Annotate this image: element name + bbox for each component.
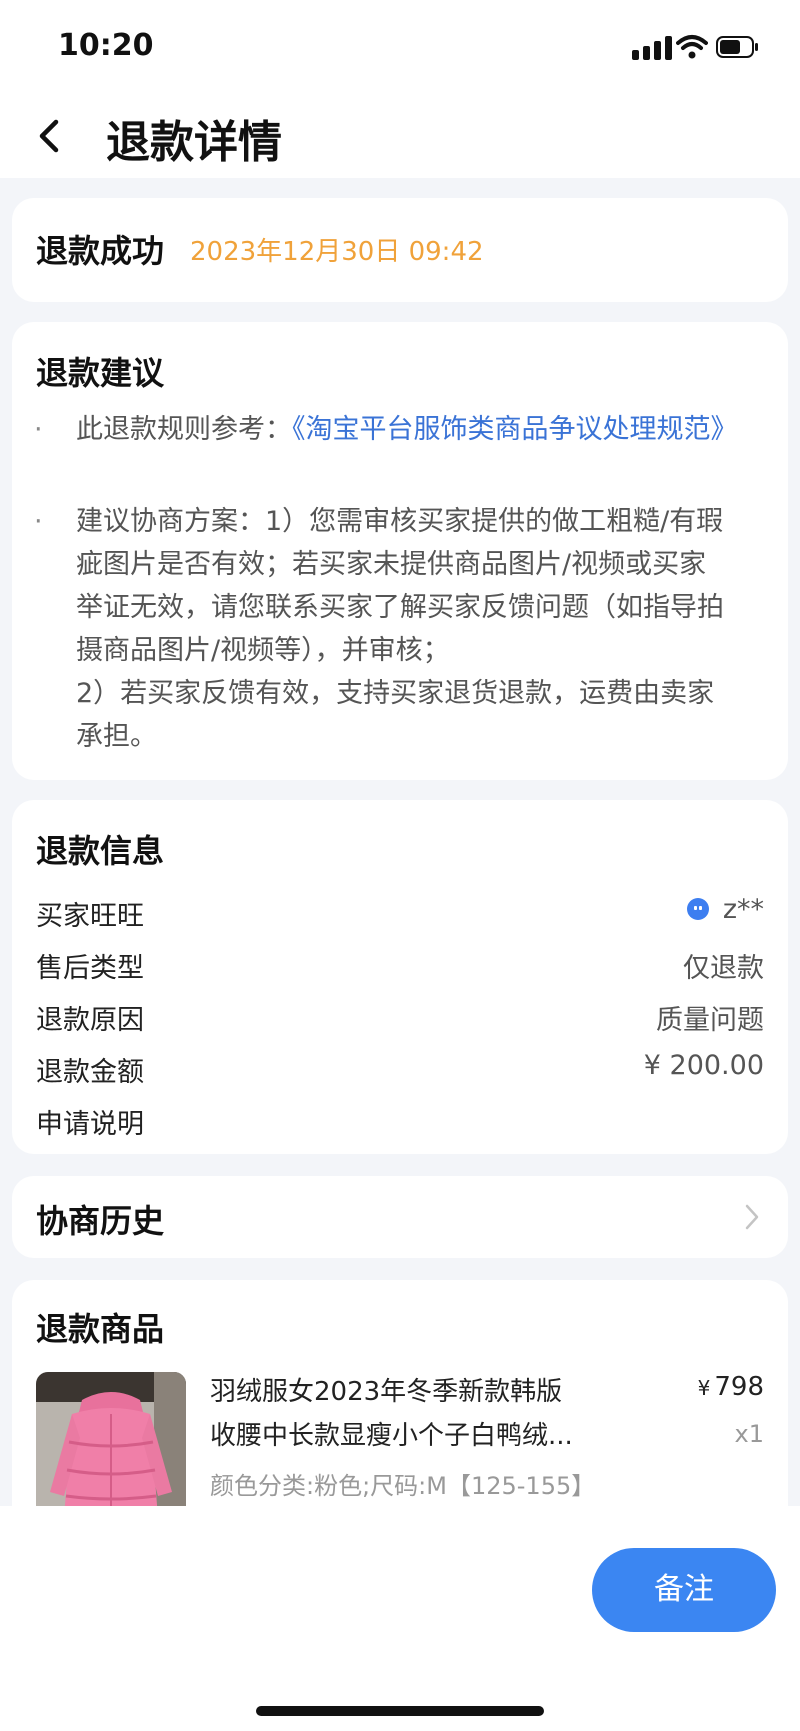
battery-icon <box>716 36 758 58</box>
negotiation-history-card[interactable]: 协商历史 <box>12 1176 788 1258</box>
refund-info-title: 退款信息 <box>36 832 165 870</box>
product-quantity: x1 <box>734 1420 764 1448</box>
info-label: 申请说明 <box>36 1109 144 1140</box>
refund-advice-card: 退款建议 · 此退款规则参考：《淘宝平台服饰类商品争议处理规范》 · 建议协商方… <box>12 322 788 780</box>
buyer-name: z** <box>722 894 764 925</box>
advice-rule-prefix: 此退款规则参考： <box>76 414 292 445</box>
refund-info-card: 退款信息 买家旺旺 z** 售后类型 仅退款 退款原因 质量问题 退款金额 ¥ … <box>12 800 788 1154</box>
bullet-dot: · <box>34 414 43 445</box>
home-indicator <box>256 1706 544 1716</box>
advice-plan-line: 承担。 <box>76 721 157 752</box>
currency-symbol: ¥ <box>697 1376 711 1400</box>
advice-item-rule: · 此退款规则参考：《淘宝平台服饰类商品争议处理规范》 <box>34 408 754 451</box>
advice-plan-line: 建议协商方案：1）您需审核买家提供的做工粗糙/有瑕 <box>76 506 724 537</box>
refund-status-title: 退款成功 <box>36 232 165 270</box>
product-price: ¥798 <box>698 1372 764 1402</box>
info-row-buyer: 买家旺旺 z** <box>36 894 764 934</box>
advice-item-plan: · 建议协商方案：1）您需审核买家提供的做工粗糙/有瑕 疵图片是否有效；若买家未… <box>34 500 754 758</box>
buyer-wangwang[interactable]: z** <box>686 894 764 925</box>
signal-icon <box>632 36 672 60</box>
info-row-type: 售后类型 仅退款 <box>36 946 764 986</box>
wifi-icon <box>676 35 708 59</box>
back-arrow-icon[interactable] <box>30 112 74 160</box>
product-name-line2: 收腰中长款显瘦小个子白鸭绒... <box>210 1421 573 1451</box>
info-label: 退款金额 <box>36 1057 144 1088</box>
rule-link[interactable]: 《淘宝平台服饰类商品争议处理规范》 <box>292 414 738 445</box>
advice-plan-line: 举证无效，请您联系买家了解买家反馈问题（如指导拍 <box>76 592 724 623</box>
info-value: 质量问题 <box>656 1005 764 1036</box>
info-label: 买家旺旺 <box>36 901 144 932</box>
product-sku: 颜色分类:粉色;尺码:M【125-155】 <box>210 1472 596 1500</box>
note-button[interactable]: 备注 <box>592 1548 776 1632</box>
product-name[interactable]: 羽绒服女2023年冬季新款韩版 收腰中长款显瘦小个子白鸭绒... <box>210 1370 580 1458</box>
negotiation-history-title: 协商历史 <box>36 1202 165 1240</box>
info-row-reason: 退款原因 质量问题 <box>36 998 764 1038</box>
bullet-dot: · <box>34 506 43 537</box>
top-bar: 10:20 退款详情 <box>0 0 800 178</box>
advice-plan-line: 疵图片是否有效；若买家未提供商品图片/视频或买家 <box>76 549 707 580</box>
chevron-right-icon <box>745 1204 759 1230</box>
refund-status-datetime: 2023年12月30日 09:42 <box>190 237 484 267</box>
info-value: ¥ 200.00 <box>643 1050 764 1081</box>
wangwang-icon <box>686 897 709 920</box>
info-row-amount: 退款金额 ¥ 200.00 <box>36 1050 764 1090</box>
advice-plan-line: 摄商品图片/视频等），并审核； <box>76 635 450 666</box>
refund-status-card: 退款成功 2023年12月30日 09:42 <box>12 198 788 302</box>
page-title: 退款详情 <box>106 117 282 168</box>
refund-advice-title: 退款建议 <box>36 354 165 392</box>
info-value: 仅退款 <box>683 953 764 984</box>
product-image[interactable] <box>36 1372 186 1520</box>
price-value: 798 <box>714 1372 764 1402</box>
info-row-description: 申请说明 <box>36 1102 764 1142</box>
advice-plan-line: 2）若买家反馈有效，支持买家退货退款，运费由卖家 <box>76 678 715 709</box>
info-label: 售后类型 <box>36 953 144 984</box>
refund-goods-title: 退款商品 <box>36 1310 165 1348</box>
status-time: 10:20 <box>58 28 154 63</box>
product-name-line1: 羽绒服女2023年冬季新款韩版 <box>210 1377 563 1407</box>
info-label: 退款原因 <box>36 1005 144 1036</box>
